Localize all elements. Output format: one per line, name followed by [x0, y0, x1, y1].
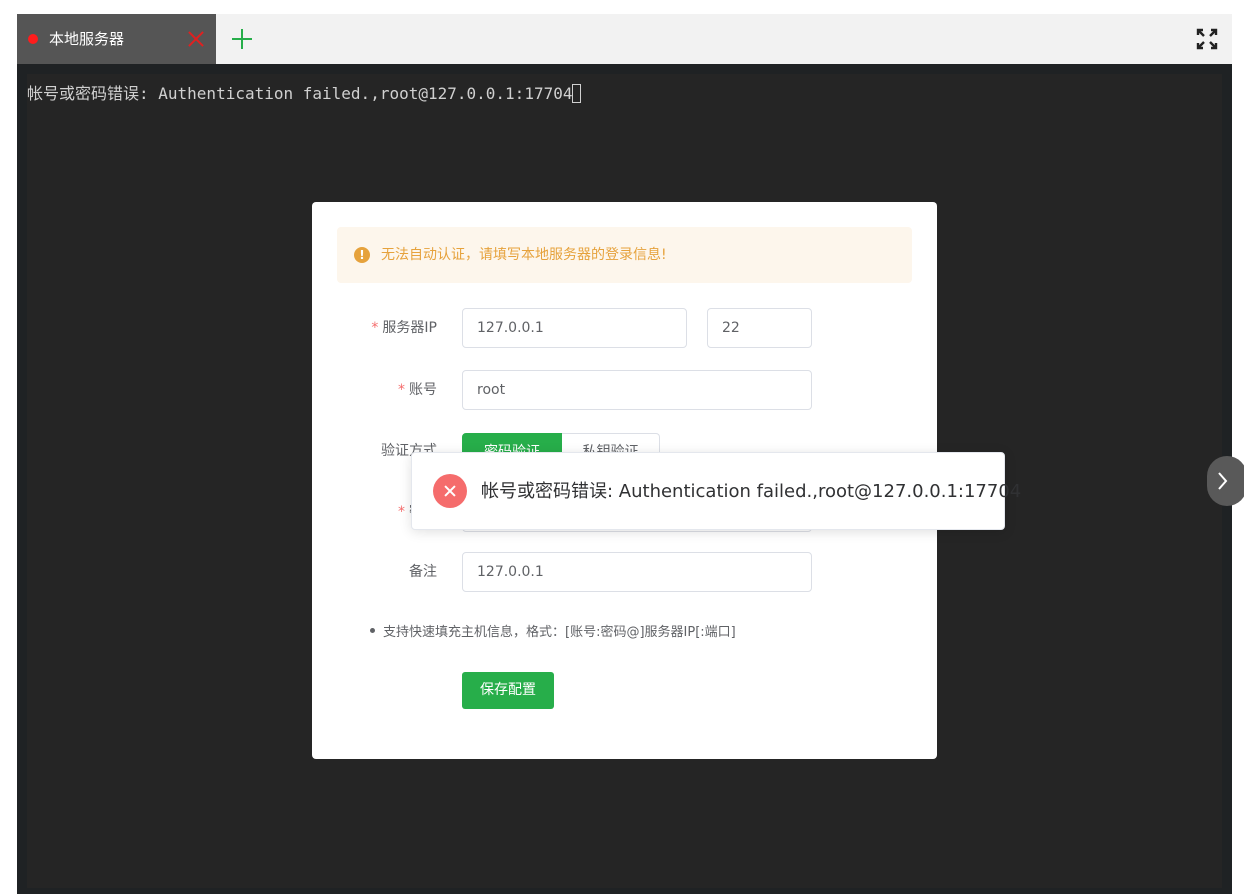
- close-tab-icon[interactable]: [185, 28, 207, 50]
- add-tab-icon[interactable]: [231, 28, 253, 50]
- toast-message: 帐号或密码错误: Authentication failed.,root@127…: [481, 481, 1022, 502]
- remark-input[interactable]: 127.0.0.1: [462, 552, 812, 592]
- fullscreen-icon[interactable]: [1196, 28, 1218, 50]
- account-input[interactable]: root: [462, 370, 812, 410]
- status-dot-icon: [28, 34, 38, 44]
- terminal-cursor: [572, 84, 582, 103]
- bullet-icon: [370, 628, 375, 633]
- warning-icon: !: [354, 247, 370, 263]
- chevron-right-icon: [1218, 472, 1228, 490]
- tab-label: 本地服务器: [49, 30, 125, 48]
- tab-local-server[interactable]: 本地服务器: [17, 14, 216, 64]
- server-ip-label: * 服务器IP: [371, 320, 437, 336]
- error-icon: [433, 474, 467, 508]
- tab-bar: 本地服务器: [17, 14, 1232, 64]
- terminal-output-text: 帐号或密码错误: Authentication failed.,root@127…: [27, 84, 573, 103]
- server-ip-input[interactable]: 127.0.0.1: [462, 308, 687, 348]
- terminal-output-line: 帐号或密码错误: Authentication failed.,root@127…: [27, 84, 582, 104]
- port-input[interactable]: 22: [707, 308, 812, 348]
- expand-panel-button[interactable]: [1207, 456, 1244, 506]
- format-hint: 支持快速填充主机信息，格式：[账号:密码@]服务器IP[:端口]: [370, 623, 736, 643]
- account-label: * 账号: [398, 382, 437, 398]
- save-config-button[interactable]: 保存配置: [462, 672, 554, 709]
- alert-text: 无法自动认证，请填写本地服务器的登录信息!: [381, 247, 667, 263]
- warning-alert: ! 无法自动认证，请填写本地服务器的登录信息!: [337, 227, 912, 283]
- remark-label: 备注: [409, 564, 437, 580]
- error-toast: 帐号或密码错误: Authentication failed.,root@127…: [411, 452, 1021, 530]
